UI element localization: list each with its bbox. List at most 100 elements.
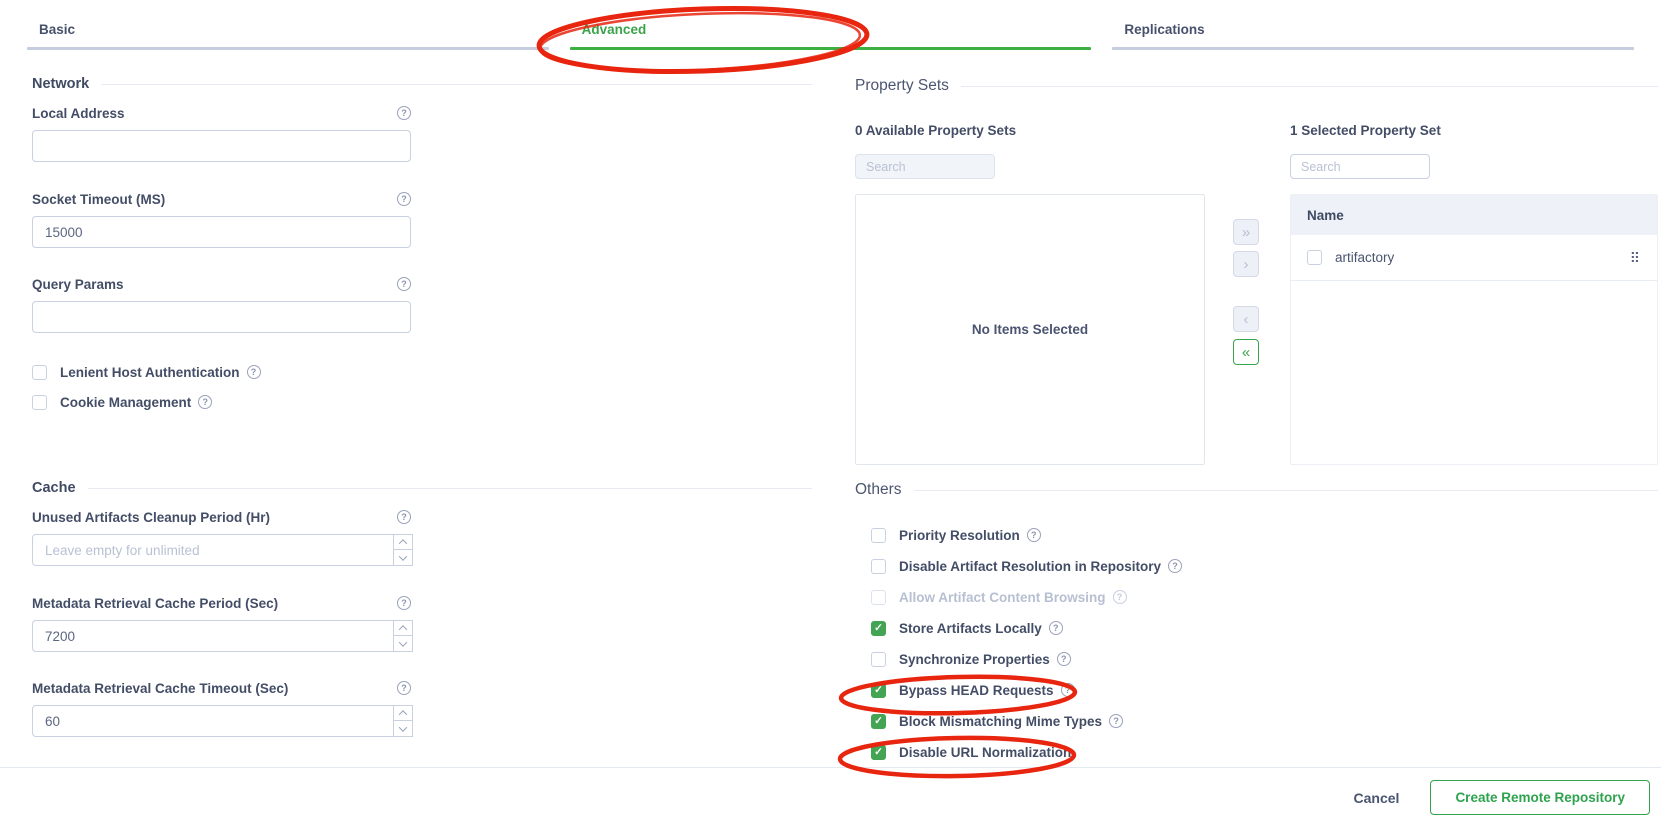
help-icon[interactable]: ?	[1027, 528, 1041, 542]
bypass-head-requests-row: Bypass HEAD Requests ?	[871, 680, 1658, 700]
bypass-head-requests-checkbox[interactable]	[871, 683, 886, 698]
property-sets-section-header: Property Sets	[855, 77, 1658, 95]
drag-handle-icon[interactable]: ⠿	[1630, 251, 1641, 265]
tab-advanced[interactable]: Advanced	[570, 0, 1092, 50]
block-mismatching-mime-types-checkbox[interactable]	[871, 714, 886, 729]
selected-table: Name artifactory ⠿	[1290, 194, 1658, 465]
priority-resolution-checkbox[interactable]	[871, 528, 886, 543]
help-icon[interactable]: ?	[1061, 683, 1075, 697]
metadata-timeout-input[interactable]	[32, 705, 411, 737]
available-search-input[interactable]	[855, 154, 995, 179]
query-params-field-head: Query Params ?	[32, 275, 411, 293]
block-mismatching-mime-types-row: Block Mismatching Mime Types ?	[871, 711, 1658, 731]
help-icon[interactable]: ?	[198, 395, 212, 409]
move-all-right-button[interactable]: »	[1233, 219, 1259, 245]
network-title: Network	[32, 76, 89, 92]
selected-property-sets-panel: 1 Selected Property Set Name artifactory…	[1290, 123, 1658, 465]
local-address-input[interactable]	[32, 130, 411, 162]
allow-artifact-content-browsing-checkbox	[871, 590, 886, 605]
move-all-left-button[interactable]: «	[1233, 339, 1259, 365]
cancel-button[interactable]: Cancel	[1354, 790, 1400, 806]
metadata-timeout-label: Metadata Retrieval Cache Timeout (Sec)	[32, 681, 288, 696]
left-column: Network Local Address ? Socket Timeout (…	[32, 50, 812, 737]
help-icon[interactable]: ?	[1049, 621, 1063, 635]
help-icon[interactable]: ?	[1168, 559, 1182, 573]
help-icon[interactable]: ?	[397, 277, 411, 291]
metadata-period-stepper	[32, 620, 411, 652]
help-icon[interactable]: ?	[397, 596, 411, 610]
cookie-management-row: Cookie Management ?	[32, 392, 812, 412]
chevron-up-icon	[399, 710, 407, 718]
chevron-up-icon	[399, 539, 407, 547]
help-icon[interactable]: ?	[397, 681, 411, 695]
increment-button[interactable]	[393, 534, 413, 550]
no-items-selected-text: No Items Selected	[972, 322, 1088, 337]
synchronize-properties-checkbox[interactable]	[871, 652, 886, 667]
store-artifacts-locally-checkbox[interactable]	[871, 621, 886, 636]
disable-artifact-resolution-checkbox[interactable]	[871, 559, 886, 574]
tab-basic[interactable]: Basic	[27, 0, 549, 50]
others-title: Others	[855, 481, 902, 499]
disable-artifact-resolution-label: Disable Artifact Resolution in Repositor…	[899, 559, 1161, 574]
help-icon[interactable]: ?	[397, 510, 411, 524]
divider	[101, 84, 812, 85]
socket-timeout-input[interactable]	[32, 216, 411, 248]
metadata-timeout-field-head: Metadata Retrieval Cache Timeout (Sec) ?	[32, 679, 411, 697]
footer-action-bar: Cancel Create Remote Repository	[0, 767, 1661, 827]
name-column-header: Name	[1307, 208, 1344, 223]
lenient-host-authentication-checkbox[interactable]	[32, 365, 47, 380]
decrement-button[interactable]	[393, 636, 413, 652]
table-row[interactable]: artifactory ⠿	[1291, 235, 1657, 281]
disable-url-normalization-checkbox[interactable]	[871, 745, 886, 760]
help-icon: ?	[1113, 590, 1127, 604]
tab-advanced-label: Advanced	[570, 0, 1092, 47]
local-address-field-head: Local Address ?	[32, 104, 411, 122]
decrement-button[interactable]	[393, 550, 413, 566]
metadata-period-field-head: Metadata Retrieval Cache Period (Sec) ?	[32, 594, 411, 612]
table-header: Name	[1291, 195, 1657, 235]
property-sets-title: Property Sets	[855, 77, 949, 95]
cleanup-period-input[interactable]	[32, 534, 411, 566]
selected-search-input[interactable]	[1290, 154, 1430, 179]
synchronize-properties-row: Synchronize Properties ?	[871, 649, 1658, 669]
decrement-button[interactable]	[393, 721, 413, 737]
help-icon[interactable]: ?	[397, 106, 411, 120]
available-property-sets-panel: 0 Available Property Sets No Items Selec…	[855, 123, 1205, 465]
selected-count-label: 1 Selected Property Set	[1290, 123, 1658, 141]
move-right-button[interactable]: ›	[1233, 251, 1259, 277]
cookie-management-checkbox[interactable]	[32, 395, 47, 410]
chevron-down-icon	[399, 723, 407, 731]
spinner-buttons	[393, 620, 413, 652]
help-icon[interactable]: ?	[397, 192, 411, 206]
create-remote-repository-button[interactable]: Create Remote Repository	[1430, 780, 1650, 815]
help-icon[interactable]: ?	[247, 365, 261, 379]
metadata-period-input[interactable]	[32, 620, 411, 652]
spinner-buttons	[393, 705, 413, 737]
store-artifacts-locally-label: Store Artifacts Locally	[899, 621, 1042, 636]
lenient-host-authentication-label: Lenient Host Authentication	[60, 365, 240, 380]
increment-button[interactable]	[393, 705, 413, 721]
priority-resolution-label: Priority Resolution	[899, 528, 1020, 543]
store-artifacts-locally-row: Store Artifacts Locally ?	[871, 618, 1658, 638]
cache-title: Cache	[32, 480, 76, 496]
cleanup-period-stepper	[32, 534, 411, 566]
socket-timeout-field-head: Socket Timeout (MS) ?	[32, 190, 411, 208]
help-icon[interactable]: ?	[1057, 652, 1071, 666]
cookie-management-label: Cookie Management	[60, 395, 191, 410]
available-list: No Items Selected	[855, 194, 1205, 465]
move-left-button[interactable]: ‹	[1233, 306, 1259, 332]
chevron-down-icon	[399, 638, 407, 646]
tab-basic-label: Basic	[27, 0, 549, 47]
cache-section-header: Cache	[32, 479, 812, 497]
help-icon[interactable]: ?	[1109, 714, 1123, 728]
cleanup-period-label: Unused Artifacts Cleanup Period (Hr)	[32, 510, 270, 525]
synchronize-properties-label: Synchronize Properties	[899, 652, 1050, 667]
query-params-input[interactable]	[32, 301, 411, 333]
tab-replications[interactable]: Replications	[1112, 0, 1634, 50]
cleanup-period-field-head: Unused Artifacts Cleanup Period (Hr) ?	[32, 508, 411, 526]
increment-button[interactable]	[393, 620, 413, 636]
property-set-name: artifactory	[1335, 250, 1630, 265]
query-params-label: Query Params	[32, 277, 124, 292]
spinner-buttons	[393, 534, 413, 566]
artifactory-checkbox[interactable]	[1307, 250, 1322, 265]
